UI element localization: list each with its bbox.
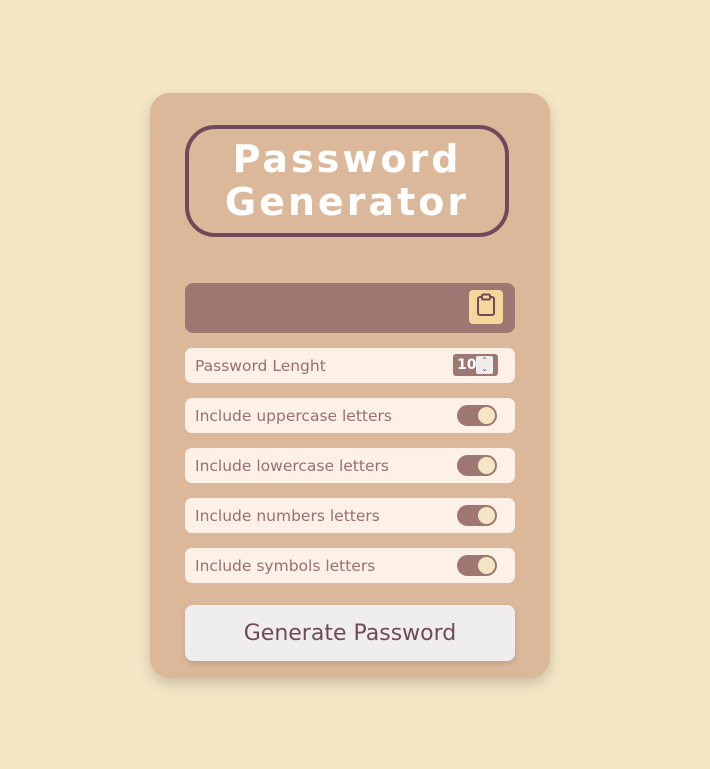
password-generator-card: Password Generator Password Lenght 10 ⌃ …	[150, 93, 550, 678]
option-lowercase: Include lowercase letters	[185, 448, 515, 483]
title-line-1: Password	[232, 137, 462, 181]
toggle-knob	[478, 407, 495, 424]
password-length-value[interactable]: 10	[457, 357, 476, 373]
option-password-length: Password Lenght 10 ⌃ ⌄	[185, 348, 515, 383]
stepper-up-icon[interactable]: ⌃	[480, 357, 489, 365]
option-symbols: Include symbols letters	[185, 548, 515, 583]
title-box: Password Generator	[185, 125, 509, 237]
toggle-knob	[478, 507, 495, 524]
lowercase-toggle[interactable]	[457, 455, 497, 476]
uppercase-toggle[interactable]	[457, 405, 497, 426]
title-line-2: Generator	[224, 180, 470, 224]
password-length-label: Password Lenght	[195, 356, 326, 375]
stepper-down-icon[interactable]: ⌄	[480, 365, 489, 373]
clipboard-icon	[476, 293, 496, 321]
password-length-input[interactable]: 10 ⌃ ⌄	[453, 354, 498, 376]
length-stepper[interactable]: ⌃ ⌄	[476, 356, 493, 374]
option-uppercase: Include uppercase letters	[185, 398, 515, 433]
toggle-knob	[478, 457, 495, 474]
symbols-label: Include symbols letters	[195, 556, 376, 575]
lowercase-label: Include lowercase letters	[195, 456, 389, 475]
copy-button[interactable]	[469, 290, 503, 324]
uppercase-label: Include uppercase letters	[195, 406, 392, 425]
generate-password-button[interactable]: Generate Password	[185, 605, 515, 661]
toggle-knob	[478, 557, 495, 574]
option-numbers: Include numbers letters	[185, 498, 515, 533]
numbers-toggle[interactable]	[457, 505, 497, 526]
password-output-field[interactable]	[185, 283, 515, 333]
numbers-label: Include numbers letters	[195, 506, 380, 525]
symbols-toggle[interactable]	[457, 555, 497, 576]
